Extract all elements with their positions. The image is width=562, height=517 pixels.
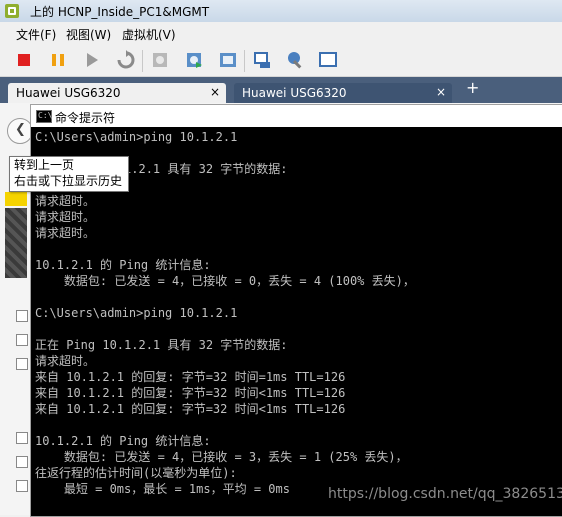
background-banner	[5, 192, 27, 206]
toolbar	[0, 44, 562, 77]
settings-icon[interactable]	[286, 50, 306, 70]
reset-icon[interactable]	[116, 50, 136, 70]
console-line: 数据包: 已发送 = 4，已接收 = 3，丢失 = 1 (25% 丢失)，	[35, 450, 408, 464]
console-line: 请求超时。	[35, 194, 96, 208]
console-line: 请求超时。	[35, 210, 96, 224]
console-line: 数据包: 已发送 = 4，已接收 = 0，丢失 = 4 (100% 丢失)，	[35, 274, 415, 288]
snapshot-icon[interactable]	[150, 50, 170, 70]
cmd-title: 命令提示符	[55, 111, 116, 125]
cmd-icon: C:\	[36, 110, 52, 123]
close-icon[interactable]: ×	[436, 85, 446, 99]
snapshot-manager-icon[interactable]	[218, 50, 238, 70]
background-image	[5, 208, 27, 278]
menu-bar: 文件(F) 视图(W) 虚拟机(V)	[0, 22, 562, 44]
console-line: C:\Users\admin>ping 10.1.2.1	[35, 306, 238, 320]
menu-view[interactable]: 视图(W)	[66, 26, 111, 43]
vmware-logo-icon	[5, 4, 19, 18]
menu-vm[interactable]: 虚拟机(V)	[122, 26, 176, 43]
back-arrow-icon: ❮	[15, 122, 26, 137]
tab-huawei-usg6320-1[interactable]: Huawei USG6320 ×	[8, 83, 226, 103]
tab-label: Huawei USG6320	[242, 86, 347, 100]
background-checkbox	[16, 358, 28, 370]
watermark: https://blog.csdn.net/qq_38265137	[328, 486, 562, 502]
background-checkbox	[16, 334, 28, 346]
console-line: 10.1.2.1 的 Ping 统计信息:	[35, 434, 211, 448]
close-icon[interactable]: ×	[210, 85, 220, 99]
background-checkbox	[16, 310, 28, 322]
play-icon[interactable]	[82, 50, 102, 70]
vm-title-bar: 上的 HCNP_Inside_PC1&MGMT	[0, 0, 562, 22]
back-button-tooltip: 转到上一页 右击或下拉显示历史	[9, 156, 129, 192]
snapshot-revert-icon[interactable]	[184, 50, 204, 70]
console-line: 来自 10.1.2.1 的回复: 字节=32 时间=1ms TTL=126	[35, 370, 346, 384]
toolbar-separator	[142, 50, 143, 72]
console-line: 最短 = 0ms，最长 = 1ms，平均 = 0ms	[35, 482, 290, 496]
tab-huawei-usg6320-2[interactable]: Huawei USG6320 ×	[234, 83, 452, 103]
background-checkbox	[16, 456, 28, 468]
console-line: 10.1.2.1 的 Ping 统计信息:	[35, 258, 211, 272]
background-checkbox	[16, 432, 28, 444]
tab-label: Huawei USG6320	[16, 86, 121, 100]
console-line: 正在 Ping 10.1.2.1 具有 32 字节的数据:	[35, 338, 288, 352]
toolbar-separator	[244, 50, 245, 72]
console-line: 来自 10.1.2.1 的回复: 字节=32 时间<1ms TTL=126	[35, 386, 346, 400]
background-checkbox	[16, 480, 28, 492]
console-line: 来自 10.1.2.1 的回复: 字节=32 时间<1ms TTL=126	[35, 402, 346, 416]
pause-icon[interactable]	[48, 50, 68, 70]
tooltip-line: 右击或下拉显示历史	[14, 174, 123, 188]
console-line: 请求超时。	[35, 354, 96, 368]
power-off-icon[interactable]	[14, 50, 34, 70]
window-title: 上的 HCNP_Inside_PC1&MGMT	[30, 5, 210, 19]
menu-file[interactable]: 文件(F)	[16, 26, 56, 43]
console-line: 请求超时。	[35, 226, 96, 240]
tooltip-line: 转到上一页	[14, 158, 75, 172]
fullscreen-icon[interactable]	[318, 50, 338, 70]
console-line: C:\Users\admin>ping 10.1.2.1	[35, 130, 238, 144]
send-ctrl-alt-del-icon[interactable]	[252, 50, 272, 70]
console-line: 往返行程的估计时间(以毫秒为单位):	[35, 466, 237, 480]
new-tab-button[interactable]: +	[466, 78, 479, 97]
cmd-title-bar[interactable]: C:\ 命令提示符	[31, 105, 562, 127]
